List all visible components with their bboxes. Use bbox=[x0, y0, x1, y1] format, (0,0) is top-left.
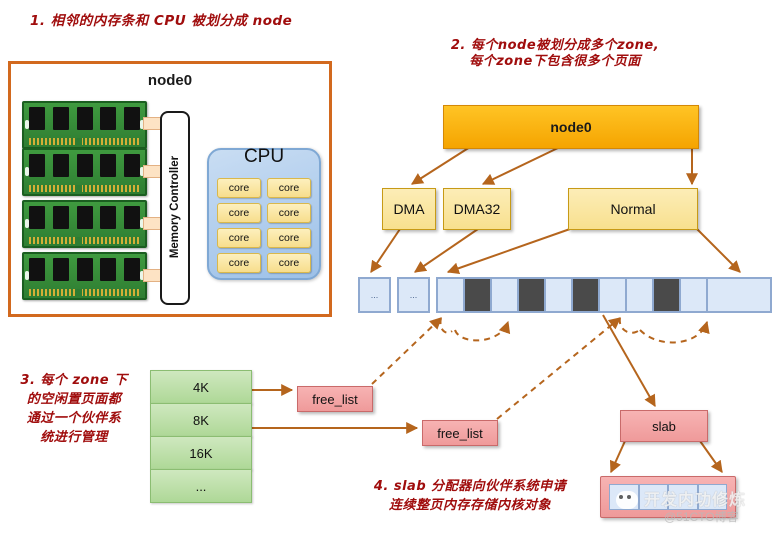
arrow-freelist2-to-page bbox=[496, 317, 621, 420]
arrow-buddy-link-1 bbox=[454, 320, 511, 342]
ram-stick bbox=[22, 101, 147, 149]
page-cell bbox=[600, 279, 627, 311]
memory-controller: Memory Controller bbox=[160, 111, 190, 305]
slab-page-cell bbox=[668, 484, 698, 510]
page-cell bbox=[492, 279, 519, 311]
zone-tree-node0: node0 bbox=[443, 105, 699, 149]
cpu-core: core bbox=[217, 178, 261, 198]
free-list-1: free_list bbox=[297, 386, 373, 412]
arrow-normal-to-pages-left bbox=[446, 228, 571, 275]
arrow-freelist1-to-page bbox=[371, 317, 442, 385]
curve-tail-1 bbox=[439, 317, 453, 334]
ram-stick bbox=[22, 252, 147, 300]
zone-dma32: DMA32 bbox=[443, 188, 511, 230]
arrow-normal-to-pages-right bbox=[696, 228, 741, 273]
arrow-node0-to-dma bbox=[410, 146, 471, 185]
diagram-canvas: 1. 相邻的内存条和 CPU 被划分成 node 2. 每个node被划分成多个… bbox=[0, 0, 772, 535]
page-cell: ... bbox=[399, 279, 428, 311]
page-cell bbox=[681, 279, 708, 311]
cpu-box: CPU core core core core core core core c… bbox=[207, 146, 321, 280]
node0-panel-title: node0 bbox=[147, 72, 193, 89]
arrow-buddy-link-2 bbox=[639, 320, 710, 344]
arrow-slab-to-pages-left bbox=[609, 440, 626, 474]
page-cell bbox=[438, 279, 465, 311]
zone-dma: DMA bbox=[382, 188, 436, 230]
buddy-order-16k: 16K bbox=[150, 436, 252, 470]
ram-stick bbox=[22, 200, 147, 248]
page-cell bbox=[627, 279, 654, 311]
buddy-order-4k: 4K bbox=[150, 370, 252, 404]
cpu-title: CPU bbox=[243, 146, 285, 167]
page-cell-used bbox=[465, 279, 492, 311]
page-cell bbox=[546, 279, 573, 311]
annotation-3: 3. 每个 zone 下 的空闲置页面都 通过一个伙伴系 统进行管理 bbox=[20, 373, 128, 445]
page-group-dma32: ... bbox=[397, 277, 430, 313]
zone-normal: Normal bbox=[568, 188, 698, 230]
page-cell-used bbox=[519, 279, 546, 311]
arrow-dma-to-pages bbox=[370, 228, 401, 273]
page-cell: ... bbox=[360, 279, 389, 311]
slab-box: slab bbox=[620, 410, 708, 442]
page-cell-used bbox=[654, 279, 681, 311]
buddy-order-more: ... bbox=[150, 469, 252, 503]
page-cell-used bbox=[573, 279, 600, 311]
ram-stick bbox=[22, 148, 147, 196]
page-group-normal bbox=[436, 277, 772, 313]
slab-page-container bbox=[600, 476, 736, 518]
page-group-dma: ... bbox=[358, 277, 391, 313]
arrow-node0-to-dma32 bbox=[481, 146, 561, 185]
annotation-1: 1. 相邻的内存条和 CPU 被划分成 node bbox=[30, 13, 293, 29]
annotation-2: 2. 每个node被划分成多个zone, 每个zone下包含很多个页面 bbox=[450, 38, 660, 70]
memory-controller-label: Memory Controller bbox=[169, 131, 181, 283]
slab-page-cell bbox=[609, 484, 639, 510]
buddy-order-8k: 8K bbox=[150, 403, 252, 437]
cpu-core: core bbox=[267, 178, 311, 198]
memory-controller-line2: Controller bbox=[168, 155, 181, 211]
slab-page-cells bbox=[609, 484, 727, 510]
slab-page-cell bbox=[638, 484, 668, 510]
cpu-core: core bbox=[217, 253, 261, 273]
annotation-4: 4. slab 分配器向伙伴系统申请 连续整页内存存储内核对象 bbox=[373, 479, 567, 513]
slab-page-cell bbox=[697, 484, 727, 510]
curve-tail-2 bbox=[618, 317, 639, 334]
cpu-core: core bbox=[217, 228, 261, 248]
cpu-core: core bbox=[217, 203, 261, 223]
arrow-slab-to-pages-right bbox=[699, 440, 723, 473]
cpu-core: core bbox=[267, 228, 311, 248]
free-list-2: free_list bbox=[422, 420, 498, 446]
cpu-core-grid: core core core core core core core core bbox=[217, 178, 311, 273]
cpu-core: core bbox=[267, 203, 311, 223]
buddy-order-list: 4K 8K 16K ... bbox=[150, 370, 252, 503]
cpu-core: core bbox=[267, 253, 311, 273]
arrow-page-to-slab bbox=[602, 314, 656, 408]
page-cell bbox=[708, 279, 735, 311]
memory-controller-line1: Memory bbox=[168, 214, 181, 259]
